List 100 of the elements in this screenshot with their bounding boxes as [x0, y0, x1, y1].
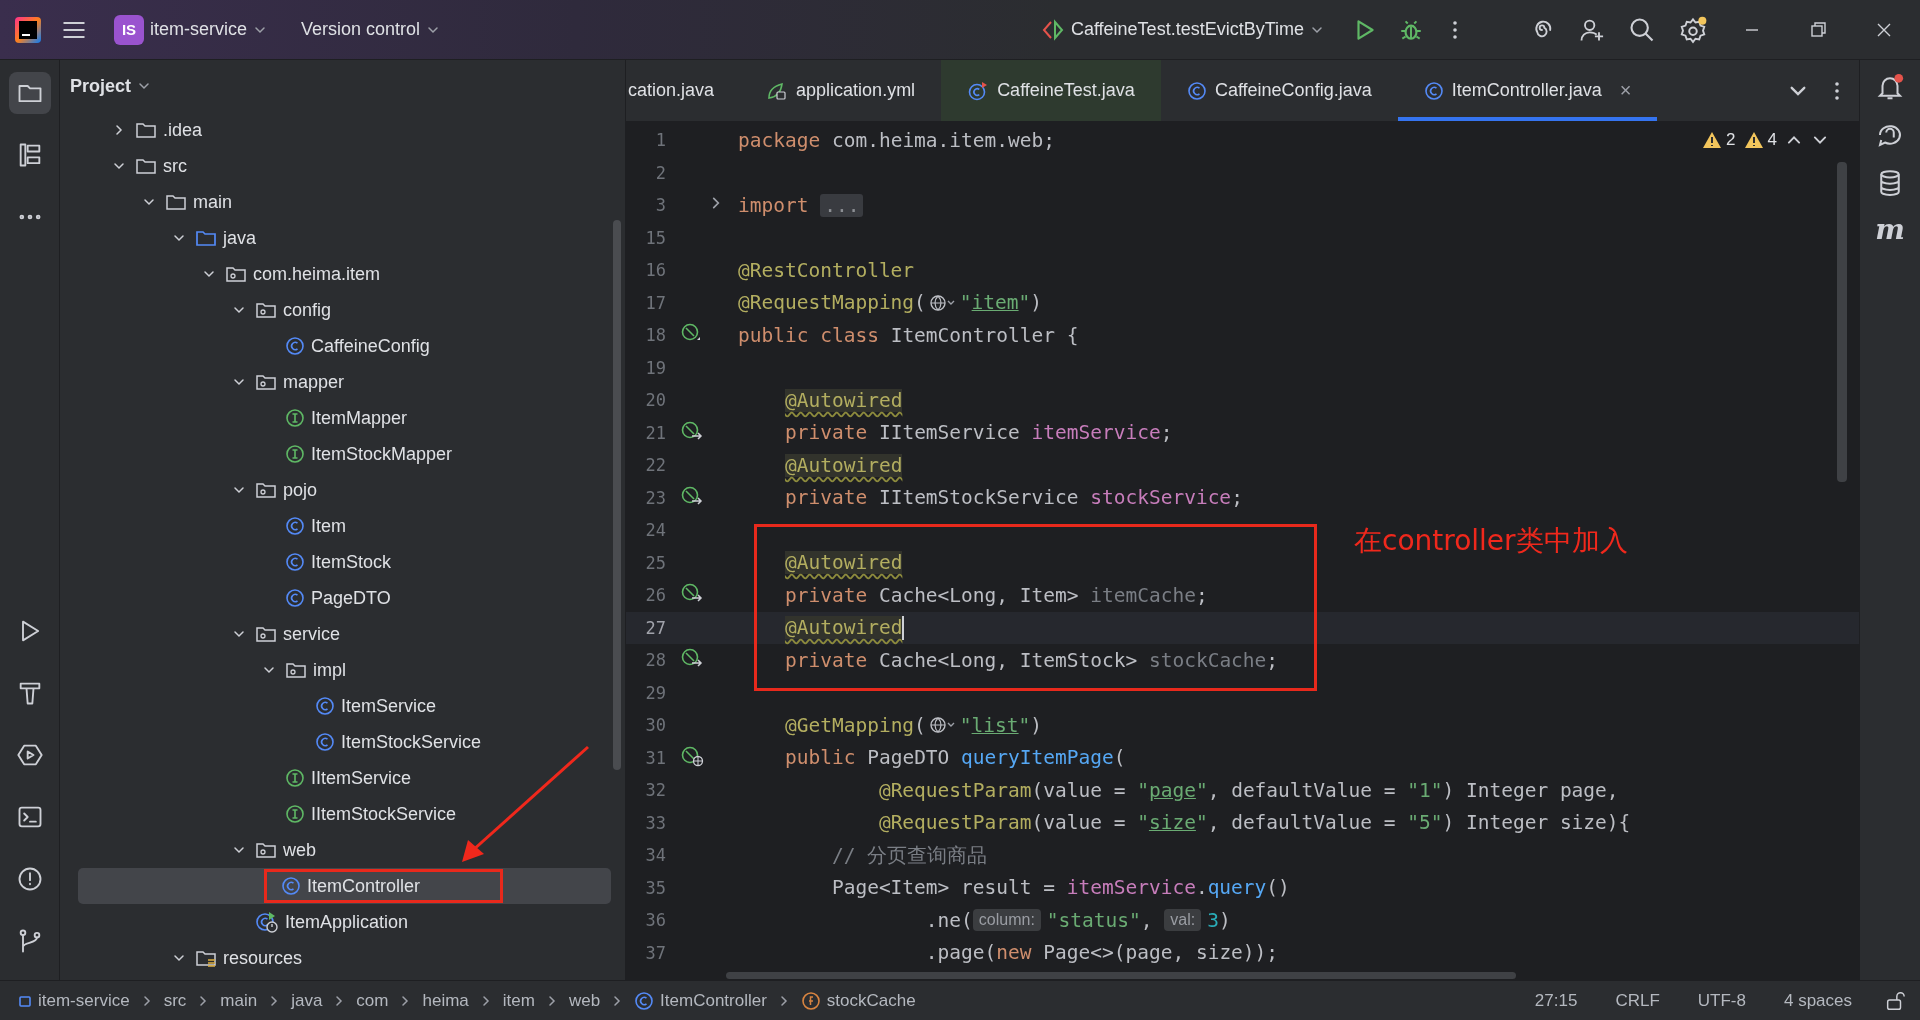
class-icon	[315, 696, 335, 716]
tree-item[interactable]: mapper	[78, 364, 611, 400]
maven-button[interactable]: m	[1875, 216, 1905, 244]
line-number: 29	[644, 682, 666, 703]
class-icon	[634, 990, 655, 1011]
vcs-menu[interactable]: Version control	[293, 13, 449, 46]
line-number: 24	[644, 520, 666, 541]
tree-item[interactable]: src	[78, 148, 611, 184]
line-number: 36	[644, 910, 666, 931]
editor-tab[interactable]: cation.java	[626, 60, 741, 121]
tree-item[interactable]: config	[78, 292, 611, 328]
tree-item[interactable]: web	[78, 832, 611, 868]
breadcrumb[interactable]: web	[564, 990, 605, 1011]
close-tab-button[interactable]: ×	[1619, 79, 1632, 102]
line-separator[interactable]: CRLF	[1609, 989, 1666, 1012]
scrollbar[interactable]	[613, 220, 621, 770]
line-number: 31	[644, 747, 666, 768]
tree-item[interactable]: ItemService	[78, 688, 611, 724]
tree-item[interactable]: ItemStock	[78, 544, 611, 580]
code-line: public class ItemController {	[738, 322, 1079, 349]
package-icon	[225, 264, 247, 284]
annotation-text: 在controller类中加入	[1354, 523, 1628, 559]
line-number: 2	[654, 162, 666, 183]
tree-item[interactable]: Item	[78, 508, 611, 544]
line-number: 37	[644, 942, 666, 963]
tree-item[interactable]: ItemMapper	[78, 400, 611, 436]
package-icon	[255, 624, 277, 644]
tree-item[interactable]: ItemApplication	[78, 904, 611, 940]
settings-icon[interactable]	[1678, 14, 1708, 45]
tree-item[interactable]: PageDTO	[78, 580, 611, 616]
code-line: private Cache<Long, Item> itemCache;	[783, 582, 1208, 609]
class-icon	[1423, 80, 1444, 101]
tree-item[interactable]: com.heima.item	[78, 256, 611, 292]
tree-item[interactable]: ItemController	[78, 868, 611, 904]
code-line: package com.heima.item.web;	[738, 127, 1055, 154]
tree-item[interactable]: impl	[78, 652, 611, 688]
line-number: 19	[644, 357, 666, 378]
tree-item[interactable]: main	[78, 184, 611, 220]
line-number: 15	[644, 227, 666, 248]
tree-item[interactable]: IItemService	[78, 760, 611, 796]
interface-icon	[285, 804, 305, 824]
file-encoding[interactable]: UTF-8	[1691, 989, 1752, 1012]
line-number: 1	[654, 130, 666, 151]
code-line: @RequestMapping( "item")	[738, 290, 1043, 317]
bean-inject-icon[interactable]	[680, 484, 704, 507]
lock-icon[interactable]	[1884, 989, 1906, 1012]
tree-item[interactable]: pojo	[78, 472, 611, 508]
breadcrumb[interactable]: heima	[418, 990, 473, 1011]
web-endpoint-icon[interactable]	[680, 744, 704, 767]
workspace-menu[interactable]: IS item-service	[106, 8, 275, 51]
code-line: private IItemService itemService;	[783, 420, 1173, 447]
line-number: 22	[644, 455, 666, 476]
bean-inject-icon[interactable]	[680, 419, 704, 442]
scrollbar[interactable]	[726, 972, 1516, 979]
tree-item[interactable]: IItemStockService	[78, 796, 611, 832]
indent-setting[interactable]: 4 spaces	[1777, 989, 1858, 1012]
cursor-position[interactable]: 27:15	[1528, 989, 1584, 1012]
breadcrumb[interactable]: main	[216, 990, 262, 1011]
folder-icon	[195, 228, 217, 248]
tree-item[interactable]: resources	[78, 940, 611, 976]
tree-item[interactable]: java	[78, 220, 611, 256]
editor-tab[interactable]: CaffeineConfig.java	[1160, 60, 1398, 121]
tree-item[interactable]: service	[78, 616, 611, 652]
editor-tab[interactable]: CaffeineTest.java	[941, 60, 1161, 121]
text-caret	[902, 615, 905, 640]
package-icon	[255, 372, 277, 392]
code-line: @RequestParam(value = "page", defaultValue = "1") Integer page,	[877, 777, 1619, 804]
line-number: 23	[644, 487, 666, 508]
editor-tab[interactable]: application.yml	[740, 60, 942, 121]
tree-item[interactable]: CaffeineConfig	[78, 328, 611, 364]
tree-item[interactable]: ItemStockService	[78, 724, 611, 760]
tool-window-title[interactable]: Project	[66, 71, 156, 101]
package-icon	[255, 480, 277, 500]
breadcrumb[interactable]: stockCache	[796, 990, 920, 1011]
yaml-file-icon	[766, 80, 789, 101]
code-line: .ne( column: "status", val: 3)	[924, 907, 1231, 934]
tree-item[interactable]: .idea	[78, 112, 611, 148]
class-icon	[1186, 80, 1207, 101]
line-number: 27	[644, 617, 666, 638]
warning-count[interactable]: 2	[1702, 130, 1736, 150]
breadcrumb[interactable]: java	[287, 990, 327, 1011]
line-number: 20	[644, 390, 666, 411]
line-number: 32	[644, 780, 666, 801]
class-icon	[285, 516, 305, 536]
line-number: 28	[644, 650, 666, 671]
package-icon	[255, 300, 277, 320]
breadcrumb[interactable]: ItemController	[630, 990, 771, 1011]
app-logo-icon[interactable]	[14, 15, 42, 44]
line-number: 17	[644, 292, 666, 313]
breadcrumb[interactable]: src	[159, 990, 191, 1011]
run-configuration-selector[interactable]: CaffeineTest.testEvictByTime	[1032, 11, 1332, 48]
scrollbar[interactable]	[1837, 162, 1847, 482]
warning-count[interactable]: 4	[1743, 130, 1777, 150]
line-number: 33	[644, 812, 666, 833]
breadcrumb[interactable]: item-service	[14, 990, 134, 1011]
breadcrumb[interactable]: com	[352, 990, 393, 1011]
breadcrumb[interactable]: item	[498, 990, 539, 1011]
tree-item[interactable]: ItemStockMapper	[78, 436, 611, 472]
notifications-icon[interactable]	[1875, 72, 1905, 102]
search-icon[interactable]	[1628, 15, 1656, 44]
